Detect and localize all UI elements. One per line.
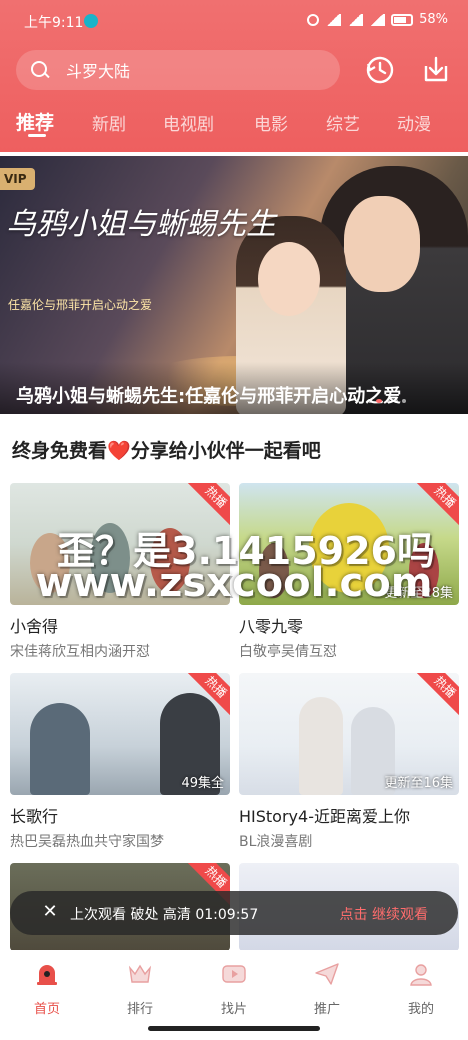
video-subtitle: 白敬亭吴倩互怼 [239, 644, 337, 660]
tab-new-drama[interactable]: 新剧 [92, 110, 126, 135]
signal-icon-2 [347, 13, 364, 26]
video-thumbnail: 热播 49集全 [10, 673, 230, 795]
battery-icon [391, 13, 414, 26]
video-subtitle: 宋佳蒋欣互相内涵开怼 [10, 644, 150, 660]
pager-dot [368, 399, 372, 403]
user-icon [307, 13, 320, 26]
tab-variety[interactable]: 综艺 [326, 110, 360, 135]
paper-plane-icon [315, 963, 339, 985]
resume-info: 上次观看 破处 高清 01:09:57 [70, 907, 259, 923]
tab-tv-series[interactable]: 电视剧 [163, 110, 214, 135]
nav-label: 首页 [33, 1002, 60, 1017]
resume-watching-bar[interactable]: ✕ 上次观看 破处 高清 01:09:57 点击 继续观看 [10, 891, 458, 935]
featured-banner[interactable]: VIP 乌鸦小姐与蜥蜴先生 任嘉伦与邢菲开启心动之爱 乌鸦小姐与蜥蜴先生:任嘉伦… [0, 156, 468, 414]
tab-movie[interactable]: 电影 [254, 110, 288, 135]
home-indicator[interactable] [148, 1026, 320, 1031]
nav-label: 找片 [220, 1002, 247, 1017]
status-indicators: 58% [307, 12, 448, 27]
pager-dot [386, 399, 390, 403]
section-title-post: 分享给小伙伴一起看吧 [130, 440, 321, 462]
video-subtitle: BL浪漫喜剧 [239, 834, 313, 850]
profile-icon [410, 964, 432, 986]
continue-watching-button[interactable]: 点击 继续观看 [340, 904, 428, 924]
heart-icon: ❤️ [107, 440, 131, 462]
home-icon [37, 965, 57, 985]
video-card-changgexing[interactable]: 热播 49集全 长歌行 热巴吴磊热血共守家国梦 [10, 673, 230, 851]
section-title-pre: 终身免费看 [12, 440, 108, 462]
pager-dot [402, 399, 406, 403]
watermark-line-2: www.zsxcool.com [35, 560, 433, 606]
nav-home[interactable]: 首页 [12, 960, 82, 1017]
video-icon [222, 965, 246, 983]
episode-label: 更新至16集 [384, 776, 453, 791]
status-bar: 上午9:11 58% [0, 0, 468, 44]
video-subtitle: 热巴吴磊热血共守家国梦 [10, 834, 164, 850]
video-title: 长歌行 [10, 807, 59, 826]
download-icon[interactable] [420, 54, 452, 86]
banner-caption: 乌鸦小姐与蜥蜴先生:任嘉伦与邢菲开启心动之爱 [16, 386, 402, 407]
video-title: 小舍得 [10, 617, 59, 636]
pager-dot-active [376, 399, 382, 403]
nav-label: 我的 [407, 1002, 434, 1017]
nav-label: 排行 [126, 1002, 153, 1017]
nav-promote[interactable]: 推广 [292, 960, 362, 1017]
nav-profile[interactable]: 我的 [386, 960, 456, 1017]
search-icon [30, 60, 50, 80]
category-tabs: 推荐 新剧 电视剧 电影 综艺 动漫 [0, 104, 468, 144]
navigation-app-icon [84, 14, 98, 28]
bottom-navigation: 首页 排行 找片 推广 我的 [0, 950, 468, 1020]
search-query: 斗罗大陆 [66, 62, 131, 81]
video-title: 八零九零 [239, 617, 304, 636]
banner-subtitle-art: 任嘉伦与邢菲开启心动之爱 [8, 298, 153, 312]
battery-percent: 58% [419, 12, 448, 27]
active-tab-indicator [28, 134, 46, 137]
status-time: 上午9:11 [24, 15, 84, 31]
nav-label: 推广 [313, 1002, 340, 1017]
crown-icon [128, 964, 152, 983]
section-title: 终身免费看❤️分享给小伙伴一起看吧 [12, 436, 321, 463]
hot-badge: 热播 [415, 673, 459, 717]
video-title: HIStory4-近距离爱上你 [239, 807, 410, 826]
history-icon[interactable] [364, 54, 396, 86]
wifi-icon [369, 13, 386, 26]
close-icon[interactable]: ✕ [40, 902, 60, 922]
episode-label: 49集全 [181, 776, 224, 791]
tab-recommend[interactable]: 推荐 [16, 108, 54, 135]
nav-ranking[interactable]: 排行 [105, 960, 175, 1017]
banner-title-art: 乌鸦小姐与蜥蜴先生 [6, 207, 276, 242]
vip-badge: VIP [0, 168, 35, 190]
video-card-history4[interactable]: 热播 更新至16集 HIStory4-近距离爱上你 BL浪漫喜剧 [239, 673, 459, 851]
pager-dot [394, 399, 398, 403]
tab-anime[interactable]: 动漫 [397, 110, 431, 135]
search-input[interactable]: 斗罗大陆 [16, 50, 340, 90]
signal-icon [325, 13, 342, 26]
banner-actress-face [258, 242, 320, 316]
banner-actor-face [344, 196, 420, 292]
banner-pager [368, 399, 406, 403]
nav-find[interactable]: 找片 [199, 960, 269, 1017]
video-thumbnail: 热播 更新至16集 [239, 673, 459, 795]
